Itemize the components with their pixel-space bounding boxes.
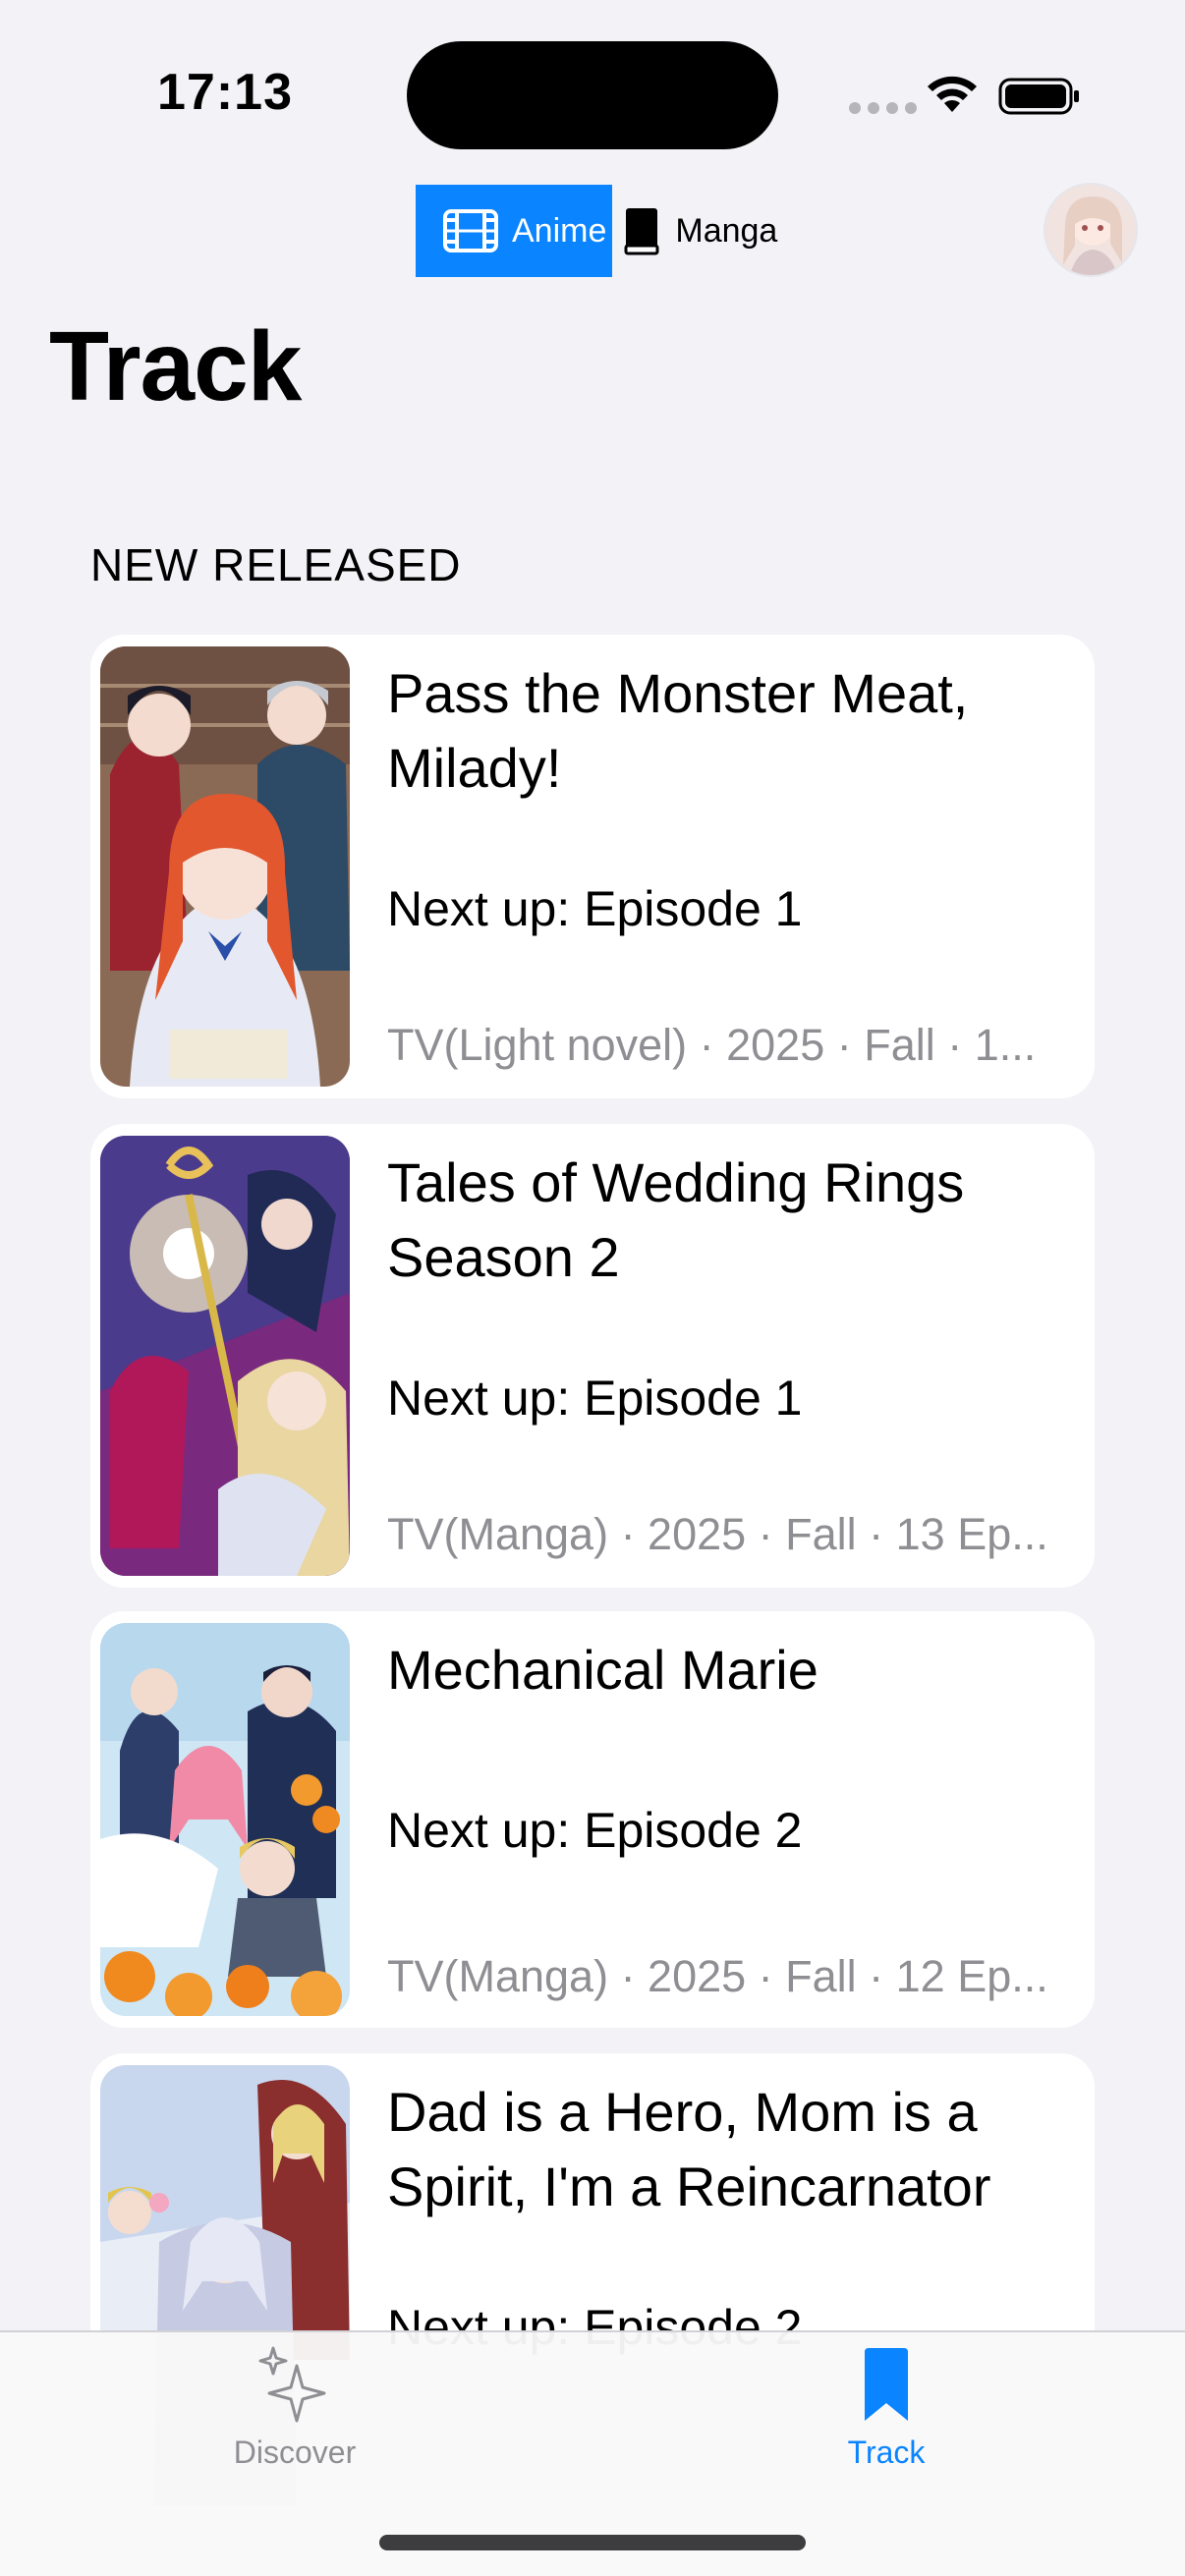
next-episode-label: Next up: Episode 2 <box>387 1803 803 1858</box>
anime-card[interactable]: Pass the Monster Meat, Milady! Next up: … <box>90 635 1095 1098</box>
poster-image <box>100 1136 350 1576</box>
bookmark-icon <box>865 2348 908 2421</box>
next-episode-label: Next up: Episode 1 <box>387 1371 803 1426</box>
card-meta: TV(Manga) · 2025 · Fall · 12 Ep... <box>387 1951 1048 2001</box>
home-indicator <box>379 2535 806 2550</box>
segment-manga-label: Manga <box>675 211 778 250</box>
segment-anime-label: Anime <box>512 211 607 250</box>
film-icon <box>443 209 498 252</box>
segment-manga[interactable]: Manga <box>612 185 783 277</box>
tab-track-label: Track <box>847 2435 926 2470</box>
tab-discover-label: Discover <box>233 2435 357 2470</box>
status-time: 17:13 <box>157 64 293 121</box>
card-meta: TV(Light novel) · 2025 · Fall · 1... <box>387 1020 1037 1070</box>
next-episode-label: Next up: Episode 1 <box>387 881 803 936</box>
anime-card[interactable]: Mechanical Marie Next up: Episode 2 TV(M… <box>90 1611 1095 2028</box>
card-meta: TV(Manga) · 2025 · Fall · 13 Ep... <box>387 1509 1048 1559</box>
profile-avatar[interactable] <box>1044 183 1138 277</box>
battery-icon <box>998 78 1079 115</box>
card-title: Dad is a Hero, Mom is a Spirit, I'm a Re… <box>387 2081 991 2217</box>
page-title: Track <box>49 311 302 421</box>
poster-image <box>100 1623 350 2016</box>
anime-card[interactable]: Tales of Wedding Rings Season 2 Next up:… <box>90 1124 1095 1588</box>
book-icon <box>624 208 659 255</box>
dynamic-island <box>407 41 778 149</box>
wifi-icon <box>928 76 977 112</box>
sparkles-icon <box>258 2346 326 2423</box>
status-bar: 17:13 <box>0 0 1185 187</box>
media-type-segment[interactable]: Anime Manga <box>416 185 783 277</box>
cellular-signal-icon <box>849 102 917 114</box>
tab-track[interactable]: Track <box>739 2346 1034 2471</box>
card-title: Tales of Wedding Rings Season 2 <box>387 1151 965 1288</box>
card-title: Mechanical Marie <box>387 1639 818 1701</box>
poster-image <box>100 646 350 1087</box>
tab-discover[interactable]: Discover <box>147 2346 442 2471</box>
card-title: Pass the Monster Meat, Milady! <box>387 662 969 799</box>
segment-anime[interactable]: Anime <box>416 185 613 277</box>
section-header: NEW RELEASED <box>90 539 462 590</box>
